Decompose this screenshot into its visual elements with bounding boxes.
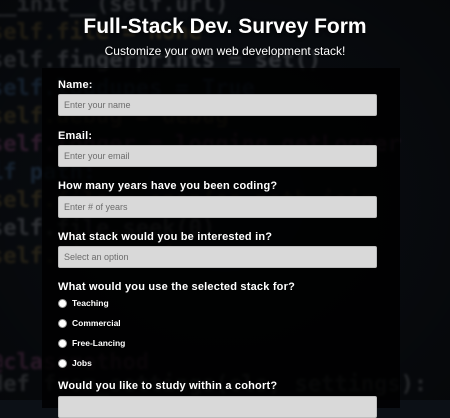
years-label: How many years have you been coding?	[58, 180, 278, 192]
page-header: Full-Stack Dev. Survey Form Customize yo…	[0, 14, 450, 58]
usage-option-label: Teaching	[72, 298, 109, 308]
page-subtitle: Customize your own web development stack…	[104, 44, 346, 58]
stack-select[interactable]: Select an option	[58, 246, 377, 268]
radio-button[interactable]	[58, 318, 67, 328]
usage-option-teaching[interactable]: Teaching	[58, 298, 109, 308]
years-input[interactable]	[58, 196, 377, 218]
usage-option-label: Free-Lancing	[72, 338, 126, 348]
usage-option-label: Jobs	[72, 358, 92, 368]
radio-button[interactable]	[58, 298, 67, 308]
usage-option-commercial[interactable]: Commercial	[58, 318, 121, 328]
name-input[interactable]	[58, 94, 377, 116]
radio-button[interactable]	[58, 338, 67, 348]
name-label: Name:	[58, 79, 93, 91]
usage-label: What would you use the selected stack fo…	[58, 281, 295, 293]
cohort-label: Would you like to study within a cohort?	[58, 380, 278, 392]
page-title: Full-Stack Dev. Survey Form	[83, 15, 367, 38]
radio-button[interactable]	[58, 358, 67, 368]
email-input[interactable]	[58, 145, 377, 167]
cohort-field[interactable]	[58, 396, 377, 418]
stack-label: What stack would you be interested in?	[58, 231, 273, 243]
usage-option-label: Commercial	[72, 318, 121, 328]
survey-form: Name: Email: How many years have you bee…	[42, 68, 400, 418]
stack-select-value: Select an option	[64, 252, 129, 262]
usage-option-jobs[interactable]: Jobs	[58, 358, 92, 368]
usage-option-freelancing[interactable]: Free-Lancing	[58, 338, 125, 348]
email-label: Email:	[58, 130, 93, 142]
